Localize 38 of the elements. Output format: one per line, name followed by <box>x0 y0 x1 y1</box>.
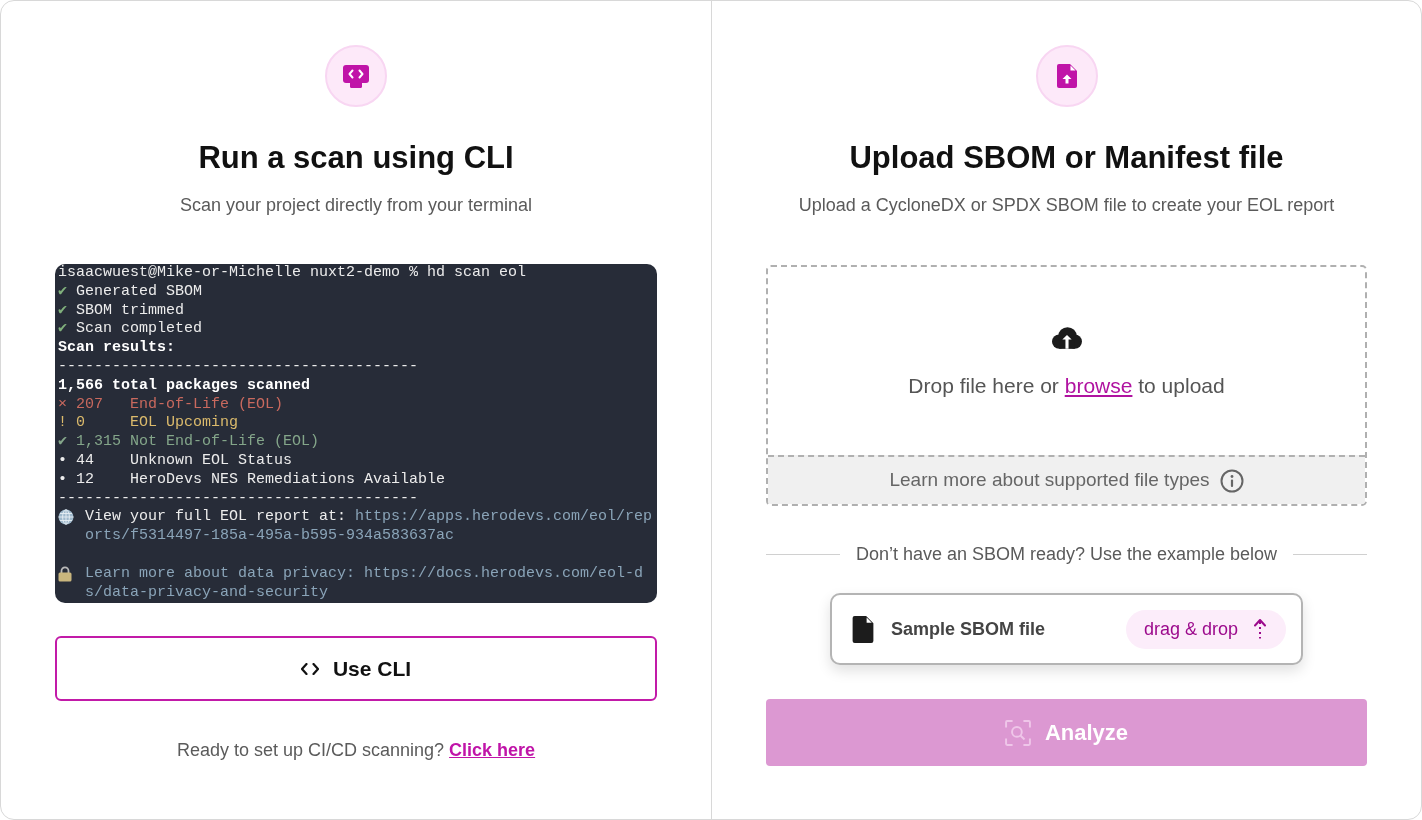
sample-file-card[interactable]: Sample SBOM file drag & drop <box>830 593 1303 665</box>
terminal-result-line: • 12 HeroDevs NES Remediations Available <box>58 470 446 490</box>
dropzone-prompt: Drop file here or browse to upload <box>908 373 1225 399</box>
panel-subtitle: Scan your project directly from your terminal <box>179 194 533 217</box>
terminal-heading: Scan results: <box>58 339 176 358</box>
click-here-link[interactable]: Click here <box>449 740 536 761</box>
use-cli-button[interactable]: Use CLI <box>55 636 657 702</box>
globe-icon <box>58 509 74 526</box>
terminal-line: Learn more about data privacy: https://docs.herodevs.com/eol-ds/data-privacy-and-security <box>85 564 645 603</box>
terminal-command: isaacwuest@Mike-or-Michelle nuxt2-demo % hd scan eol <box>58 264 527 283</box>
cloud-upload-icon <box>1051 327 1082 349</box>
info-icon <box>1219 468 1244 493</box>
panel-subtitle: Upload a CycloneDX or SPDX SBOM file to create your EOL report <box>798 194 1335 217</box>
file-dropzone[interactable]: Drop file here or browse to upload Learn more about supported file types <box>766 265 1367 506</box>
terminal-line: View your full EOL report at: https://apps.herodevs.com/eol/reports/f5314497-185a-495a-b595-934a583637ac <box>85 508 654 546</box>
arrow-up-icon <box>1254 619 1266 639</box>
file-icon <box>852 615 874 643</box>
terminal-line: ✔ Scan completed <box>58 320 203 340</box>
drag-drop-button[interactable]: drag & drop <box>1125 609 1286 649</box>
terminal-result-line: ✔ 1,315 Not End-of-Life (EOL) <box>58 433 320 452</box>
terminal-rule: ---------------------------------------- <box>58 489 419 509</box>
terminal-result-line: • 44 Unknown EOL Status <box>58 451 293 471</box>
browse-link[interactable]: browse <box>1064 374 1133 397</box>
terminal-result-line: × 207 End-of-Life (EOL) <box>58 395 284 415</box>
code-icon <box>300 662 319 675</box>
panel-title: Upload SBOM or Manifest file <box>849 139 1284 177</box>
terminal-rule: ---------------------------------------- <box>58 358 419 377</box>
terminal-heading: 1,566 total packages scanned <box>58 376 311 396</box>
panel-title: Run a scan using CLI <box>198 139 514 177</box>
scan-icon <box>1004 719 1031 746</box>
lock-icon <box>58 565 72 582</box>
terminal-line: ✔ Generated SBOM <box>58 282 203 302</box>
terminal-result-line: ! 0 EOL Upcoming <box>58 414 239 434</box>
terminal-line: ✔ SBOM trimmed <box>58 301 185 321</box>
sample-file-name: Sample SBOM file <box>891 617 1046 641</box>
file-types-help-button[interactable]: Learn more about supported file types <box>768 455 1365 504</box>
divider-text: Don’t have an SBOM ready? Use the example below <box>855 543 1278 566</box>
cicd-prompt: Ready to set up CI/CD scanning? Click here <box>176 739 536 763</box>
